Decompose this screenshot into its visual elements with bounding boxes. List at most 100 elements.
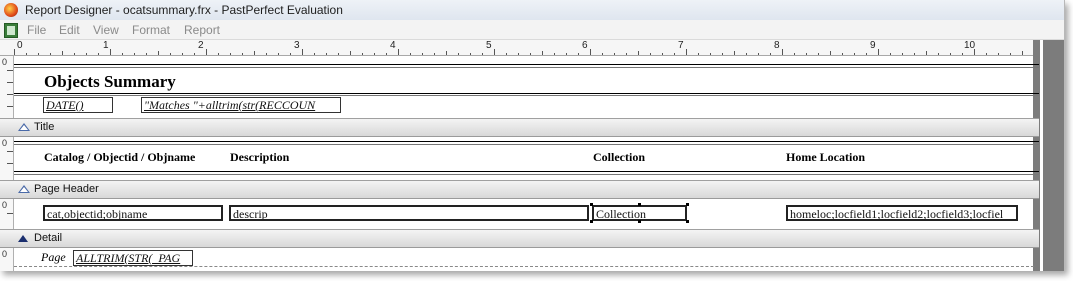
horizontal-ruler: 0 1 2 3 4 5 6 7 8 9 10	[0, 40, 1064, 56]
selection-handle[interactable]	[686, 220, 689, 223]
ruler-tick	[806, 53, 807, 55]
selection-handle[interactable]	[590, 203, 593, 206]
ruler-number: 6	[582, 40, 588, 51]
title-band-gutter: 0	[0, 56, 14, 118]
ruler-tick	[50, 53, 51, 55]
gutter-zero: 0	[2, 57, 8, 67]
page-label[interactable]: Page	[41, 250, 66, 265]
ruler-tick	[242, 53, 243, 55]
selection-handle[interactable]	[686, 203, 689, 206]
page-number-field[interactable]: ALLTRIM(STR(_PAG	[73, 250, 193, 266]
title-band-bar[interactable]: Title	[0, 118, 1039, 137]
report-title[interactable]: Objects Summary	[44, 72, 176, 92]
ruler-tick	[890, 53, 891, 55]
ruler-tick	[518, 53, 519, 55]
page-header-band-bar[interactable]: Page Header	[0, 180, 1039, 199]
ruler-number: 5	[486, 40, 492, 51]
ruler-tick	[158, 51, 159, 55]
menu-edit[interactable]: Edit	[59, 23, 80, 37]
detail-field-description[interactable]: descrip	[229, 205, 589, 221]
ruler-tick	[542, 51, 543, 55]
window-title: Report Designer - ocatsummary.frx - Past…	[25, 3, 343, 17]
menu-view[interactable]: View	[93, 23, 119, 37]
ruler-number: 2	[198, 40, 204, 51]
triangle-up-icon	[18, 185, 30, 193]
selection-handle[interactable]	[590, 220, 593, 223]
ruler-tick	[146, 53, 147, 55]
ruler-tick	[206, 49, 207, 55]
ruler-tick	[278, 53, 279, 55]
ruler-tick	[782, 49, 783, 55]
menu-report[interactable]: Report	[184, 23, 220, 37]
ruler-number: 9	[870, 40, 876, 51]
page-edge	[14, 266, 1034, 268]
ruler-number: 4	[390, 40, 396, 51]
ruler-tick	[734, 51, 735, 55]
ruler-tick	[470, 53, 471, 55]
band-rule	[14, 64, 1039, 65]
band-rule	[14, 67, 1039, 68]
menu-file[interactable]: File	[27, 23, 46, 37]
date-field[interactable]: DATE()	[43, 97, 113, 113]
ruler-tick	[458, 53, 459, 55]
ruler-tick	[854, 53, 855, 55]
ruler-tick	[434, 53, 435, 55]
menu-bar: File Edit View Format Report	[0, 20, 1064, 40]
ruler-tick	[914, 53, 915, 55]
ruler-tick	[62, 51, 63, 55]
ruler-tick	[686, 49, 687, 55]
column-header-home-location[interactable]: Home Location	[786, 150, 865, 165]
ruler-tick	[566, 53, 567, 55]
ruler-tick	[650, 53, 651, 55]
ruler-tick	[506, 53, 507, 55]
detail-field-catalog-text: cat,objectid;objname	[47, 207, 148, 221]
pastperfect-app-icon[interactable]	[4, 3, 18, 17]
detail-field-home-location[interactable]: homeloc;locfield1;locfield2;locfield3;lo…	[786, 205, 1018, 221]
detail-field-collection[interactable]: Collection	[592, 205, 687, 221]
ruler-tick	[662, 53, 663, 55]
selection-handle[interactable]	[638, 220, 641, 223]
ruler-tick	[842, 53, 843, 55]
ruler-tick	[590, 49, 591, 55]
ruler-tick	[494, 49, 495, 55]
detail-band-bar[interactable]: Detail	[0, 229, 1039, 248]
ruler-tick	[110, 49, 111, 55]
document-icon[interactable]	[4, 23, 18, 38]
ruler-tick	[446, 51, 447, 55]
ruler-tick	[122, 53, 123, 55]
ruler-tick	[134, 53, 135, 55]
detail-field-description-text: descrip	[233, 207, 268, 221]
ruler-tick	[638, 51, 639, 55]
band-rule	[14, 141, 1039, 142]
ruler-tick	[350, 51, 351, 55]
ruler-tick	[290, 53, 291, 55]
ruler-tick	[770, 53, 771, 55]
ruler-tick	[926, 51, 927, 55]
ruler-tick	[326, 53, 327, 55]
ruler-number: 1	[103, 40, 109, 51]
ruler-tick	[194, 53, 195, 55]
band-rule	[14, 174, 1039, 175]
ruler-tick	[482, 53, 483, 55]
ruler-tick	[254, 51, 255, 55]
ruler-tick	[86, 53, 87, 55]
column-header-catalog[interactable]: Catalog / Objectid / Objname	[44, 150, 195, 165]
matches-count-field[interactable]: "Matches "+alltrim(str(RECCOUN	[141, 97, 341, 113]
title-bar[interactable]: Report Designer - ocatsummary.frx - Past…	[0, 0, 1064, 21]
ruler-tick	[182, 53, 183, 55]
scrollbar-edge	[1040, 40, 1043, 271]
ruler-tick	[722, 53, 723, 55]
detail-field-catalog[interactable]: cat,objectid;objname	[43, 205, 223, 221]
column-header-collection[interactable]: Collection	[593, 150, 645, 165]
matches-count-text: "Matches "+alltrim(str(RECCOUN	[144, 98, 316, 112]
page-number-field-text: ALLTRIM(STR(_PAG	[76, 251, 181, 265]
menu-format[interactable]: Format	[132, 23, 170, 37]
band-rule	[14, 171, 1039, 172]
column-header-description[interactable]: Description	[230, 150, 289, 165]
triangle-up-icon	[18, 123, 30, 131]
band-label-title: Title	[34, 121, 55, 133]
ruler-tick	[218, 53, 219, 55]
ruler-tick	[986, 53, 987, 55]
selection-handle[interactable]	[638, 203, 641, 206]
ruler-tick	[794, 53, 795, 55]
